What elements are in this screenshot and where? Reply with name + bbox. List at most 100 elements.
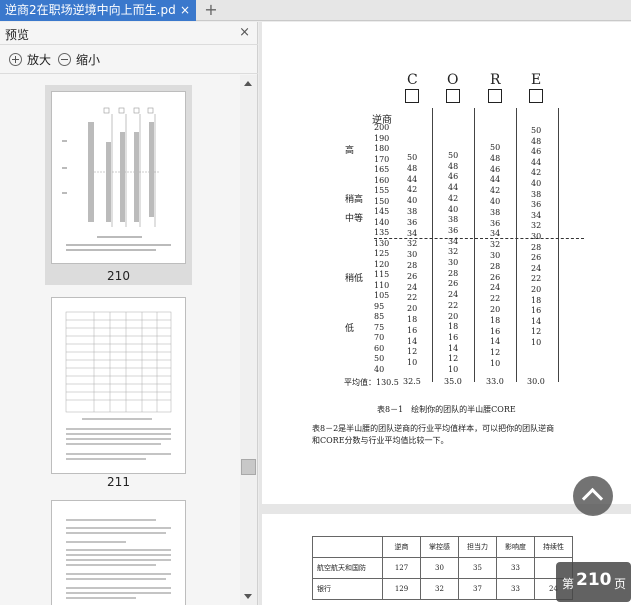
page-indicator-suffix: 页 xyxy=(614,577,627,591)
score-c-value: 22 xyxy=(407,293,418,303)
score-c-value: 32 xyxy=(407,239,418,249)
score-o-value: 18 xyxy=(448,322,459,332)
scale-value: 125 xyxy=(374,249,390,258)
thumbnail-page-image xyxy=(51,91,186,264)
column-divider xyxy=(432,108,433,382)
score-r-value: 32 xyxy=(490,240,501,250)
thumbnail-page-image xyxy=(51,297,186,474)
score-e-value: 28 xyxy=(531,242,542,252)
thumbnail-page-content xyxy=(65,311,172,460)
thumbnail-item[interactable]: 210 xyxy=(45,85,192,285)
zoom-out-icon xyxy=(58,53,71,66)
score-o-value: 34 xyxy=(448,236,459,246)
score-box-o xyxy=(446,89,460,103)
new-tab-button[interactable]: + xyxy=(203,0,219,21)
table-cell: 30 xyxy=(420,557,459,579)
score-o-value: 26 xyxy=(448,279,459,289)
score-r-value: 26 xyxy=(490,272,501,282)
score-r-value: 18 xyxy=(490,315,501,325)
tab-close-icon[interactable]: × xyxy=(180,0,190,21)
scale-value: 140 xyxy=(374,217,390,227)
score-box-r xyxy=(488,89,502,103)
thumbnail-list: 210 211 xyxy=(0,75,240,605)
table-cell: 35 xyxy=(458,557,497,579)
band-label: 高 xyxy=(345,146,355,156)
band-label: 中等 xyxy=(345,214,364,224)
score-c-value: 40 xyxy=(407,196,418,206)
scale-value: 180 xyxy=(374,144,390,153)
score-r-value: 40 xyxy=(490,197,501,206)
band-label: 低 xyxy=(345,324,355,334)
scale-value: 110 xyxy=(374,280,390,290)
thumbnail-scrollbar[interactable] xyxy=(240,75,257,605)
figure-caption: 表8－1 绘制你的团队的半山腰CORE xyxy=(377,405,516,414)
table-row: 银行 129 32 37 33 24 xyxy=(312,578,573,600)
table-header-cell: 影响度 xyxy=(496,536,535,558)
scale-value: 200 xyxy=(374,123,390,132)
score-e-value: 36 xyxy=(531,200,542,210)
score-r-value: 24 xyxy=(490,283,501,293)
preview-sidebar: 预览 × 放大 缩小 210 211 xyxy=(0,22,258,605)
thumbnail-page-image xyxy=(51,500,186,605)
score-r-value: 34 xyxy=(490,229,501,239)
score-e-value: 16 xyxy=(531,306,542,316)
table-header-cell: 担当力 xyxy=(458,536,497,558)
thumbnail-item[interactable] xyxy=(45,500,192,605)
score-c-value: 44 xyxy=(407,174,418,184)
score-e-value: 40 xyxy=(531,179,542,188)
thumbnail-item[interactable]: 211 xyxy=(45,293,192,493)
column-divider xyxy=(474,108,475,382)
score-box-c xyxy=(405,89,419,103)
score-r-value: 16 xyxy=(490,326,501,336)
average-r: 33.0 xyxy=(486,377,504,386)
table-cell: 33 xyxy=(496,578,535,600)
scroll-down-icon[interactable] xyxy=(244,594,252,599)
table-cell: 航空航天和国防 xyxy=(312,557,383,579)
scale-value: 50 xyxy=(374,354,385,363)
pdf-reader-app: 逆商2在职场逆境中向上而生.pd × + 预览 × 放大 缩小 210 211 … xyxy=(0,0,631,605)
column-header-e: E xyxy=(531,72,542,88)
score-c-value: 42 xyxy=(407,185,418,195)
scale-value: 150 xyxy=(374,196,390,206)
zoom-out-button[interactable]: 缩小 xyxy=(58,52,100,68)
thumbnail-page-content xyxy=(62,107,171,251)
score-c-value: 14 xyxy=(407,336,418,346)
sidebar-header: 预览 × xyxy=(0,22,258,45)
scroll-to-top-button[interactable] xyxy=(573,476,613,516)
score-r-value: 50 xyxy=(490,143,501,152)
scale-value: 135 xyxy=(374,228,390,237)
scrollbar-thumb[interactable] xyxy=(241,459,256,475)
table-header-cell xyxy=(312,536,383,558)
document-viewer[interactable]: C O R E 逆商 200 190 180 170 165 160 155 150 145 14… xyxy=(259,22,631,605)
score-r-value: 14 xyxy=(490,337,501,347)
paragraph-line: 和CORE分数与行业平均值比较一下。 xyxy=(312,436,449,445)
score-c-value: 26 xyxy=(407,271,418,281)
scroll-up-icon[interactable] xyxy=(244,81,252,86)
score-e-value: 20 xyxy=(531,285,542,294)
zoom-in-button[interactable]: 放大 xyxy=(9,52,51,68)
score-r-value: 46 xyxy=(490,164,501,174)
score-r-value: 10 xyxy=(490,359,501,368)
score-e-value: 44 xyxy=(531,157,542,167)
score-r-value: 12 xyxy=(490,348,501,358)
column-divider xyxy=(558,108,559,382)
paragraph-line: 表8－2是半山腰的团队逆商的行业平均值样本，可以把你的团队逆商 xyxy=(312,424,555,433)
zoom-in-icon xyxy=(9,53,22,66)
score-e-value: 48 xyxy=(531,136,542,146)
scale-value: 130 xyxy=(374,238,390,248)
sidebar-close-icon[interactable]: × xyxy=(239,25,250,40)
page-indicator: 第 210 页 xyxy=(556,562,631,602)
document-tab[interactable]: 逆商2在职场逆境中向上而生.pd × xyxy=(0,0,196,21)
tab-bar: 逆商2在职场逆境中向上而生.pd × + xyxy=(0,0,631,21)
table-cell: 银行 xyxy=(312,578,383,600)
score-o-value: 46 xyxy=(448,172,459,182)
table-cell: 129 xyxy=(382,578,421,600)
scale-value: 75 xyxy=(374,322,385,332)
table-header-row: 逆商 掌控感 担当力 影响度 持续性 xyxy=(312,536,573,558)
current-page-number: 210 xyxy=(576,570,612,590)
table-header-cell: 持续性 xyxy=(534,536,573,558)
sidebar-title: 预览 xyxy=(5,28,30,42)
score-e-value: 26 xyxy=(531,253,542,263)
column-header-c: C xyxy=(407,72,418,88)
zoom-in-label: 放大 xyxy=(27,53,52,67)
